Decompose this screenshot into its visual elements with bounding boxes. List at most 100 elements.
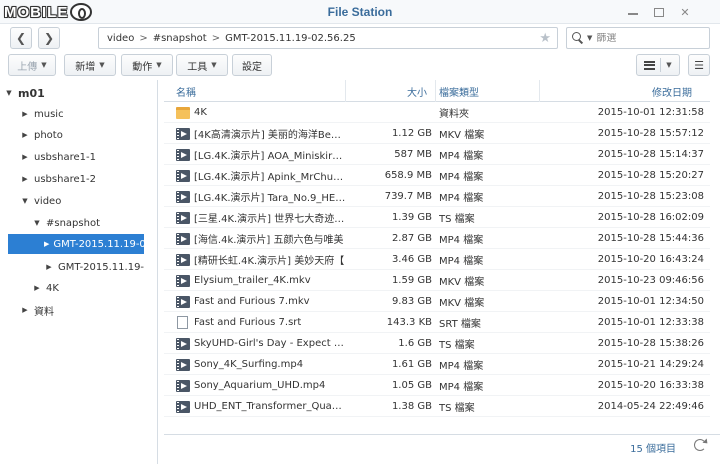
file-name: 4K (194, 107, 207, 118)
path-separator: > (211, 32, 221, 44)
file-row[interactable]: Fast and Furious 7.mkv 9.83 GB MKV 檔案 2015-… (164, 291, 710, 312)
file-name: [三星.4K.演示片] 世界七大奇迹Ultra (194, 214, 346, 225)
chevron-right-icon[interactable]: ▶ (20, 131, 30, 139)
file-row[interactable]: 4K 資料夾 2015-10-01 12:31:58 (164, 102, 710, 123)
column-header-size[interactable]: 大小 (346, 80, 436, 102)
file-name-cell: Fast and Furious 7.srt (176, 312, 346, 333)
favorite-star-icon[interactable]: ★ (539, 31, 551, 46)
file-date: 2015-10-28 15:38:26 (597, 338, 704, 349)
tree-label: 4K (46, 282, 59, 294)
file-date: 2015-10-01 12:33:38 (597, 317, 704, 328)
search-box[interactable]: ▼ (566, 27, 710, 49)
file-date: 2015-10-21 14:29:24 (597, 359, 704, 370)
chevron-down-icon: ▼ (156, 61, 162, 69)
chevron-down-icon[interactable]: ▼ (587, 34, 592, 42)
file-date: 2015-10-28 16:02:09 (597, 212, 704, 223)
file-name: Fast and Furious 7.srt (194, 317, 302, 328)
file-size: 587 MB (394, 149, 432, 160)
column-header-name[interactable]: 名稱 (164, 80, 346, 102)
column-header-row: 名稱 大小 檔案類型 修改日期 (164, 80, 710, 102)
tree-item-snapshot-selected[interactable]: ▶ GMT-2015.11.19-02.56.25 (8, 234, 144, 254)
video-file-icon (176, 211, 190, 224)
action-button[interactable]: 動作 ▼ (121, 54, 173, 76)
watermark-logo: MOBILE (4, 2, 93, 22)
chevron-down-icon[interactable]: ▼ (32, 219, 42, 227)
file-row[interactable]: [三星.4K.演示片] 世界七大奇迹Ultra 1.39 GB TS 檔案 2015-… (164, 207, 710, 228)
file-size: 1.12 GB (391, 128, 432, 139)
chevron-right-icon[interactable]: ▶ (44, 240, 49, 248)
back-button[interactable]: ❮ (10, 27, 32, 49)
file-row[interactable]: UHD_ENT_Transformer_Quad.ts 1.38 GB TS 檔案 2… (164, 396, 710, 417)
chevron-right-icon[interactable]: ▶ (20, 110, 30, 118)
file-row[interactable]: [4K高清演示片] 美丽的海洋Beautiful 1.12 GB MKV 檔案 201… (164, 123, 710, 144)
tree-item-music[interactable]: ▶ music (20, 104, 63, 124)
file-row[interactable]: [LG.4K.演示片] AOA_Miniskirt_4K 587 MB MP4 檔案… (164, 144, 710, 165)
tree-item-4k[interactable]: ▶ 4K (32, 278, 59, 298)
create-button[interactable]: 新增 ▼ (64, 54, 116, 76)
tree-label: 資料 (34, 306, 54, 318)
upload-button[interactable]: 上傳 ▼ (8, 54, 56, 76)
close-icon: ✕ (680, 5, 690, 19)
file-row[interactable]: SkyUHD-Girl's Day - Expect Me 1.6 GB TS 檔案… (164, 333, 710, 354)
tree-item-usbshare1-2[interactable]: ▶ usbshare1-2 (20, 169, 96, 189)
minimize-icon (628, 13, 638, 15)
forward-button[interactable]: ❯ (38, 27, 60, 49)
file-row[interactable]: Sony_Aquarium_UHD.mp4 1.05 GB MP4 檔案 2015-1… (164, 375, 710, 396)
tree-item-photo[interactable]: ▶ photo (20, 125, 63, 145)
file-date: 2015-10-20 16:33:38 (597, 380, 704, 391)
settings-button[interactable]: 設定 (232, 54, 272, 76)
file-row[interactable]: Fast and Furious 7.srt 143.3 KB SRT 檔案 2015… (164, 312, 710, 333)
path-segment[interactable]: GMT-2015.11.19-02.56.25 (225, 33, 356, 44)
file-row[interactable]: [LG.4K.演示片] Apink_MrChu_4K 658.9 MB MP4 檔案… (164, 165, 710, 186)
file-name: [LG.4K.演示片] Apink_MrChu_4K (194, 172, 346, 183)
video-file-icon (176, 232, 190, 245)
file-date: 2015-10-28 15:57:12 (597, 128, 704, 139)
chevron-right-icon[interactable]: ▶ (20, 175, 30, 183)
upload-label: 上傳 (17, 61, 38, 73)
tree-item-usbshare1-1[interactable]: ▶ usbshare1-1 (20, 147, 96, 167)
file-row[interactable]: [LG.4K.演示片] Tara_No.9_HEVC 739.7 MB MP4 檔案… (164, 186, 710, 207)
maximize-button[interactable] (651, 4, 667, 20)
settings-label: 設定 (242, 61, 262, 73)
view-mode-button[interactable]: ▼ (636, 54, 680, 76)
chevron-right-icon[interactable]: ▶ (20, 306, 30, 314)
sort-button[interactable]: ☰ (688, 54, 710, 76)
minimize-button[interactable] (625, 4, 641, 20)
refresh-icon[interactable] (694, 439, 706, 451)
video-file-icon (176, 358, 190, 371)
file-row[interactable]: Elysium_trailer_4K.mkv 1.59 GB MKV 檔案 2015-… (164, 270, 710, 291)
file-row[interactable]: Sony_4K_Surfing.mp4 1.61 GB MP4 檔案 2015-10-… (164, 354, 710, 375)
tools-button[interactable]: 工具 ▼ (176, 54, 228, 76)
column-header-type[interactable]: 檔案類型 (436, 80, 540, 102)
file-type: MP4 檔案 (439, 235, 484, 246)
file-row[interactable]: [精研长虹.4K.演示片] 美妙天府【 3.46 GB MP4 檔案 2015-10-… (164, 249, 710, 270)
tree-item-snapshot[interactable]: ▼ #snapshot (32, 213, 100, 233)
file-name: UHD_ENT_Transformer_Quad.ts (194, 401, 346, 412)
chevron-right-icon[interactable]: ▶ (44, 263, 54, 271)
tree-root[interactable]: ▼ m01 (4, 83, 154, 103)
filter-input[interactable] (596, 32, 697, 44)
file-size: 1.39 GB (391, 212, 432, 223)
chevron-right-icon[interactable]: ▶ (32, 284, 42, 292)
tree-item-data[interactable]: ▶ 資料 (20, 300, 54, 320)
chevron-down-icon[interactable]: ▼ (20, 197, 30, 205)
tools-label: 工具 (187, 61, 208, 73)
chevron-down-icon[interactable]: ▼ (4, 89, 14, 97)
path-bar[interactable]: video > #snapshot > GMT-2015.11.19-02.56… (98, 27, 558, 49)
path-segment[interactable]: #snapshot (153, 33, 207, 44)
chevron-right-icon: ❯ (43, 31, 55, 45)
path-segment[interactable]: video (107, 33, 134, 44)
file-type: MP4 檔案 (439, 172, 484, 183)
file-row[interactable]: [海信.4k.演示片] 五颜六色与唯美 2.87 GB MP4 檔案 2015-10-… (164, 228, 710, 249)
column-header-date[interactable]: 修改日期 (540, 80, 710, 102)
tree-item-snapshot-2[interactable]: ▶ GMT-2015.11.19- (44, 257, 144, 277)
chevron-down-icon: ▼ (41, 61, 47, 69)
tree-item-video[interactable]: ▼ video (20, 191, 61, 211)
search-icon[interactable] (571, 31, 587, 45)
chevron-down-icon: ▼ (666, 61, 672, 69)
file-name-cell: [LG.4K.演示片] AOA_Miniskirt_4K (176, 144, 346, 165)
close-button[interactable]: ✕ (677, 4, 693, 20)
chevron-right-icon[interactable]: ▶ (20, 153, 30, 161)
file-size: 2.87 GB (391, 233, 432, 244)
file-name-cell: [三星.4K.演示片] 世界七大奇迹Ultra (176, 207, 346, 228)
